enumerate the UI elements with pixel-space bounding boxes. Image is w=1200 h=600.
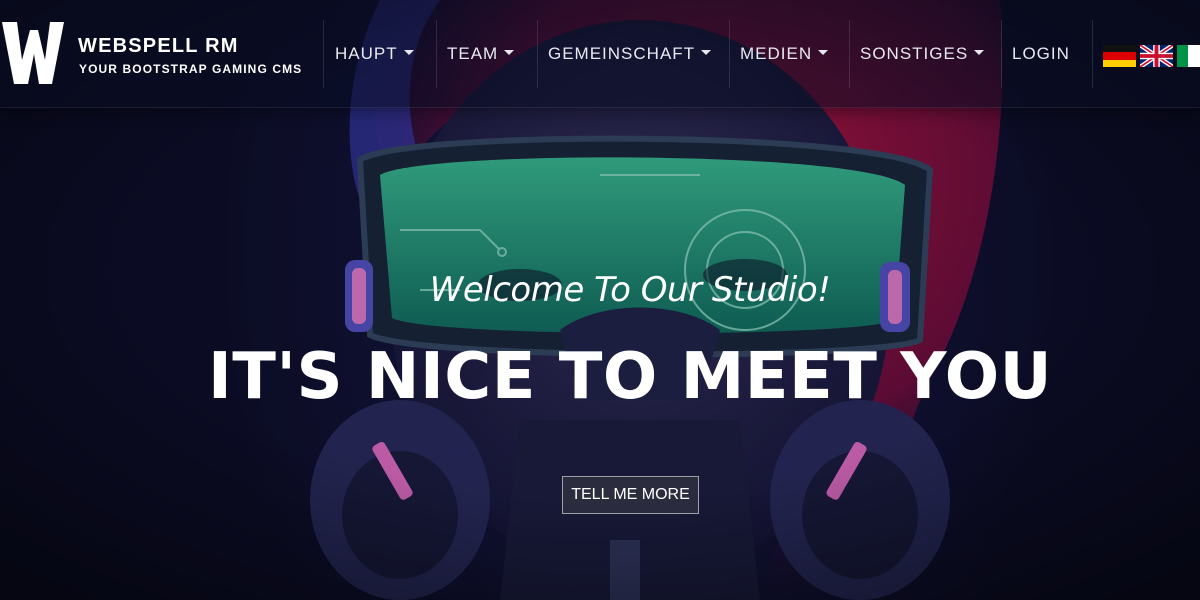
- de-flag-icon[interactable]: [1103, 45, 1136, 67]
- nav-item-medien[interactable]: MEDIEN: [740, 44, 829, 68]
- top-navbar: WEBSPELL RM YOUR BOOTSTRAP GAMING CMS HA…: [0, 0, 1200, 108]
- nav-item-label: GEMEINSCHAFT: [548, 44, 696, 63]
- caret-down-icon: [504, 50, 515, 55]
- nav-item-team[interactable]: TEAM: [447, 44, 515, 68]
- nav-item-label: SONSTIGES: [860, 44, 969, 63]
- nav-item-label: TEAM: [447, 44, 499, 63]
- brand[interactable]: WEBSPELL RM YOUR BOOTSTRAP GAMING CMS: [0, 22, 310, 86]
- nav-item-login[interactable]: LOGIN: [1012, 44, 1070, 68]
- nav-item-label: MEDIEN: [740, 44, 813, 63]
- nav-item-label: HAUPT: [335, 44, 398, 63]
- nav-divider: [849, 20, 850, 88]
- nav-item-haupt[interactable]: HAUPT: [335, 44, 414, 68]
- it-flag-icon[interactable]: [1177, 45, 1200, 67]
- w-logo-icon: [2, 22, 64, 84]
- hero-welcome-text: Welcome To Our Studio!: [429, 270, 831, 310]
- nav-divider: [729, 20, 730, 88]
- caret-down-icon: [403, 50, 414, 55]
- brand-name: WEBSPELL RM: [78, 35, 239, 57]
- nav-divider: [436, 20, 437, 88]
- uk-flag-icon[interactable]: [1140, 45, 1173, 67]
- caret-down-icon: [818, 50, 829, 55]
- nav-divider: [1092, 20, 1093, 88]
- nav-divider: [323, 20, 324, 88]
- caret-down-icon: [701, 50, 712, 55]
- nav-item-sonstiges[interactable]: SONSTIGES: [860, 44, 985, 68]
- nav-item-gemeinschaft[interactable]: GEMEINSCHAFT: [548, 44, 712, 68]
- nav-item-label: LOGIN: [1012, 44, 1070, 63]
- hero-headline: IT'S NICE TO MEET YOU: [207, 340, 1053, 414]
- caret-down-icon: [974, 50, 985, 55]
- tell-me-more-button[interactable]: TELL ME MORE: [562, 476, 699, 514]
- nav-divider: [1001, 20, 1002, 88]
- brand-tagline: YOUR BOOTSTRAP GAMING CMS: [79, 62, 303, 76]
- nav-divider: [537, 20, 538, 88]
